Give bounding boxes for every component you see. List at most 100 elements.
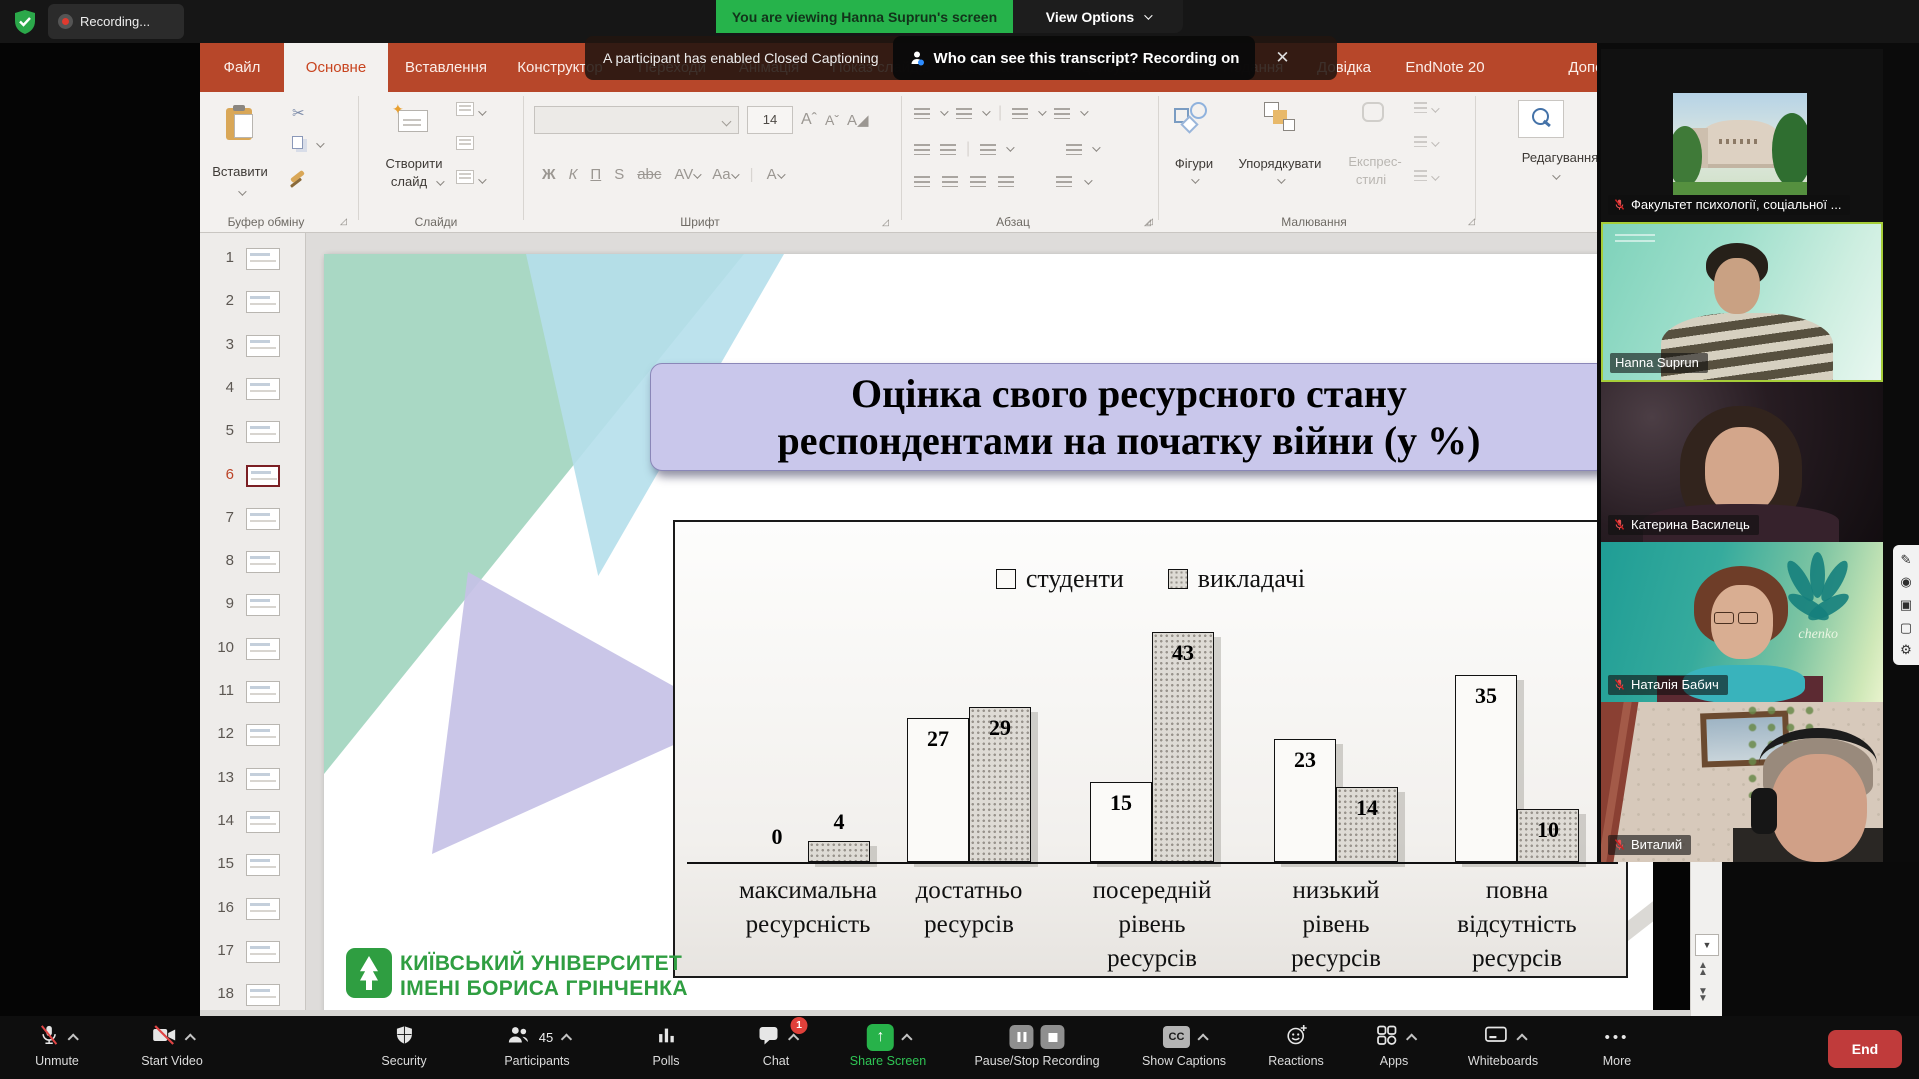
- toolbar-chat[interactable]: 1Chat: [757, 1023, 796, 1068]
- toolbar-start-video[interactable]: Start Video: [141, 1023, 203, 1068]
- align-right-icon[interactable]: [970, 176, 986, 187]
- slide-thumbnail[interactable]: [246, 594, 280, 616]
- arrange-button[interactable]: Упорядкувати: [1228, 102, 1332, 141]
- format-painter-icon[interactable]: [290, 170, 305, 183]
- slide-thumbnail[interactable]: [246, 681, 280, 703]
- slide-row-13[interactable]: 13: [200, 765, 306, 799]
- participant-tile[interactable]: Катерина Василець: [1601, 382, 1883, 542]
- tab-Файл[interactable]: Файл: [213, 43, 271, 92]
- decrease-font-icon[interactable]: Aˇ: [825, 112, 839, 128]
- slide-row-9[interactable]: 9: [200, 591, 306, 625]
- align-center-icon[interactable]: [942, 176, 958, 187]
- shape-fill-button[interactable]: [1414, 100, 1437, 118]
- bold-button[interactable]: Ж: [542, 166, 556, 183]
- slide-row-10[interactable]: 10: [200, 635, 306, 669]
- tab-EndNote 20[interactable]: EndNote 20: [1394, 43, 1496, 92]
- slide-thumbnail[interactable]: [246, 768, 280, 790]
- slide-row-11[interactable]: 11: [200, 678, 306, 712]
- shapes-button[interactable]: Фігури: [1166, 102, 1222, 145]
- toolbar-unmute[interactable]: Unmute: [35, 1023, 79, 1068]
- chevron-up-icon[interactable]: [1406, 1033, 1417, 1044]
- slide-thumbnail[interactable]: [246, 465, 280, 487]
- align-left-icon[interactable]: [914, 176, 930, 187]
- view-options-button[interactable]: View Options: [1013, 0, 1183, 33]
- shape-effects-button[interactable]: [1414, 168, 1437, 186]
- slide-row-6[interactable]: 6: [200, 462, 306, 496]
- font-name-select[interactable]: [534, 106, 739, 134]
- next-slide-icon[interactable]: ▼▼: [1698, 988, 1708, 1002]
- italic-button[interactable]: К: [569, 166, 578, 183]
- slide-thumbnail[interactable]: [246, 335, 280, 357]
- shadow-button[interactable]: S: [614, 166, 624, 183]
- chevron-up-icon[interactable]: [788, 1033, 799, 1044]
- increase-indent-icon[interactable]: [940, 144, 956, 155]
- slide-thumbnail[interactable]: [246, 898, 280, 920]
- copy-icon[interactable]: [292, 136, 303, 149]
- slide-thumbnail[interactable]: [246, 378, 280, 400]
- toolbar-show-captions[interactable]: CCShow Captions: [1142, 1023, 1226, 1068]
- underline-button[interactable]: П: [590, 166, 601, 183]
- bullets-icon[interactable]: [914, 108, 930, 119]
- chevron-up-icon[interactable]: [68, 1033, 79, 1044]
- font-color-button[interactable]: A: [767, 166, 783, 183]
- chevron-up-icon[interactable]: [1516, 1033, 1527, 1044]
- slide-thumbnail[interactable]: [246, 724, 280, 746]
- slide-layout-button[interactable]: [456, 102, 484, 121]
- scroll-down-icon[interactable]: ▼: [1695, 934, 1719, 956]
- toolbar-reactions[interactable]: Reactions: [1268, 1023, 1324, 1068]
- windows-icon[interactable]: ▢: [1900, 620, 1912, 636]
- slide-row-5[interactable]: 5: [200, 418, 306, 452]
- slide-thumbnail[interactable]: [246, 551, 280, 573]
- participant-tile[interactable]: Виталий: [1601, 702, 1883, 862]
- drawing-dialog-launcher-icon[interactable]: ◿: [1468, 216, 1475, 227]
- chevron-up-icon[interactable]: [1197, 1033, 1208, 1044]
- chevron-up-icon[interactable]: [561, 1033, 572, 1044]
- slide-row-8[interactable]: 8: [200, 548, 306, 582]
- slide-thumbnail[interactable]: [246, 638, 280, 660]
- change-case-button[interactable]: Aa: [712, 166, 736, 183]
- slide-row-12[interactable]: 12: [200, 721, 306, 755]
- decrease-indent-icon[interactable]: [914, 144, 930, 155]
- justify-icon[interactable]: [998, 176, 1014, 187]
- cut-icon[interactable]: ✂: [292, 104, 305, 122]
- slide-row-17[interactable]: 17: [200, 938, 306, 972]
- participant-tile[interactable]: Hanna Suprun: [1601, 222, 1883, 382]
- toolbar-security[interactable]: Security: [381, 1023, 426, 1068]
- toolbar-whiteboards[interactable]: Whiteboards: [1468, 1023, 1538, 1068]
- slide-row-4[interactable]: 4: [200, 375, 306, 409]
- slide-row-3[interactable]: 3: [200, 332, 306, 366]
- slide-row-1[interactable]: 1: [200, 245, 306, 279]
- video-icon[interactable]: ▣: [1900, 597, 1912, 613]
- increase-font-icon[interactable]: Aˆ: [801, 111, 817, 129]
- paragraph-launcher2-icon[interactable]: ◿: [1146, 216, 1153, 227]
- quick-styles-button[interactable]: Експрес- стилі: [1340, 102, 1410, 127]
- chevron-up-icon[interactable]: [185, 1033, 196, 1044]
- toolbar-apps[interactable]: Apps: [1375, 1023, 1414, 1068]
- font-dialog-launcher-icon[interactable]: ◿: [882, 217, 889, 228]
- annotate-icon[interactable]: ✎: [1901, 552, 1912, 568]
- slide-row-15[interactable]: 15: [200, 851, 306, 885]
- tab-Основне[interactable]: Основне: [284, 43, 388, 92]
- slide-thumbnail[interactable]: [246, 854, 280, 876]
- toast-close-icon[interactable]: ✕: [1275, 48, 1289, 68]
- pause-recording-icon[interactable]: [1010, 1025, 1034, 1049]
- previous-slide-icon[interactable]: ▲▲: [1698, 962, 1708, 976]
- paste-button[interactable]: Вставити: [210, 98, 270, 208]
- strikethrough-button[interactable]: abc: [637, 166, 661, 183]
- copy-dropdown-icon[interactable]: [316, 139, 324, 147]
- line-spacing-icon[interactable]: [1012, 108, 1028, 119]
- chevron-up-icon[interactable]: [901, 1033, 912, 1044]
- slide-thumbnail[interactable]: [246, 984, 280, 1006]
- shape-outline-button[interactable]: [1414, 134, 1437, 152]
- clipboard-dialog-launcher-icon[interactable]: ◿: [340, 216, 347, 227]
- toolbar-pause-stop-recording[interactable]: Pause/Stop Recording: [974, 1023, 1099, 1068]
- toolbar-share-screen[interactable]: ↑Share Screen: [850, 1023, 926, 1068]
- stop-recording-icon[interactable]: [1041, 1025, 1065, 1049]
- participant-tile[interactable]: Факультет психології, соціальної ...: [1601, 49, 1883, 222]
- transcript-pill[interactable]: Who can see this transcript? Recording o…: [893, 36, 1256, 80]
- toolbar-more[interactable]: •••More: [1603, 1023, 1631, 1068]
- end-button[interactable]: End: [1828, 1030, 1902, 1068]
- settings-gear-icon[interactable]: ⚙: [1900, 642, 1912, 658]
- text-direction-icon[interactable]: [1054, 108, 1070, 119]
- slide-row-2[interactable]: 2: [200, 288, 306, 322]
